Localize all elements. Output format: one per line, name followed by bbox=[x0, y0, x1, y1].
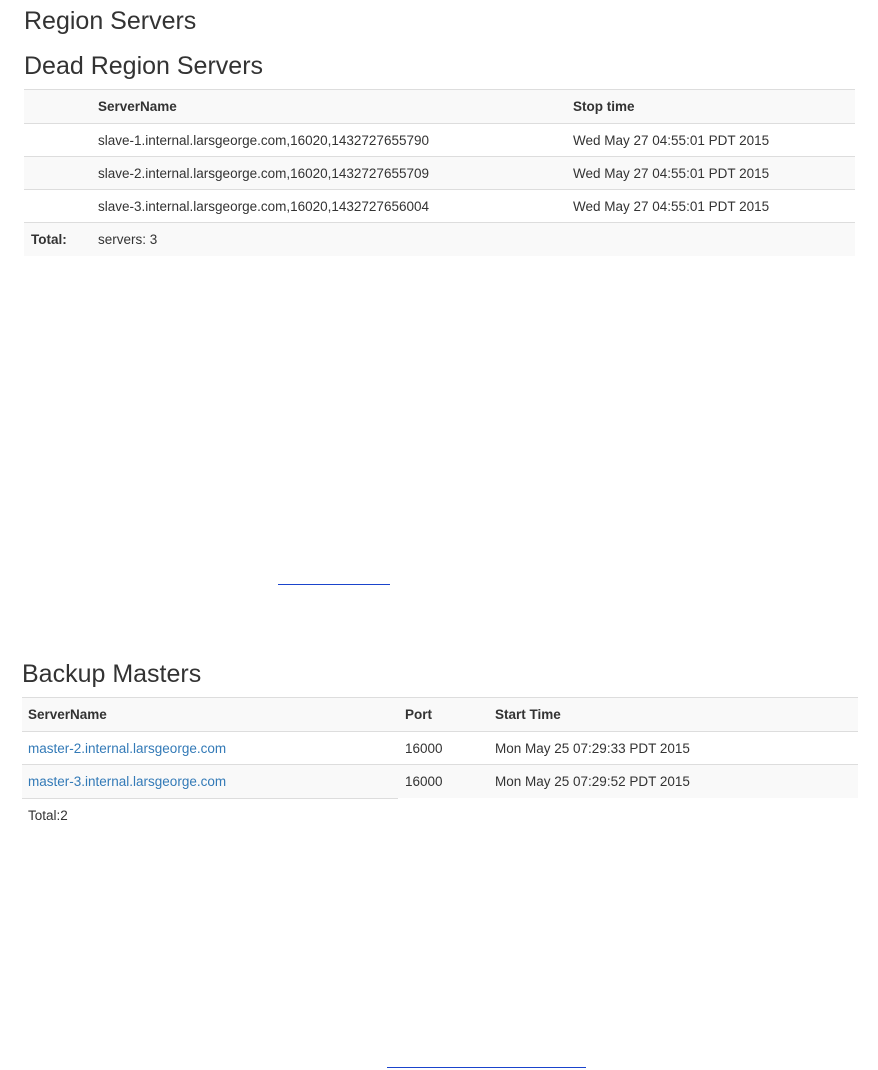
row-spacer bbox=[24, 190, 92, 223]
column-header-blank bbox=[24, 90, 92, 124]
total-value: servers: 3 bbox=[98, 231, 158, 247]
region-servers-heading: Region Servers bbox=[24, 7, 197, 35]
total-label: Total: bbox=[31, 231, 67, 247]
table-row: master-2.internal.larsgeorge.com 16000 M… bbox=[22, 731, 858, 765]
table-total-row: Total: servers: 3 bbox=[24, 222, 855, 256]
link-underline[interactable] bbox=[387, 1067, 586, 1068]
backup-master-cell: master-2.internal.larsgeorge.com bbox=[22, 732, 399, 765]
dead-server-name: slave-3.internal.larsgeorge.com,16020,14… bbox=[98, 198, 429, 214]
table-header-row: ServerName Stop time bbox=[24, 89, 855, 124]
table-row: slave-3.internal.larsgeorge.com,16020,14… bbox=[24, 189, 855, 223]
table-row: master-3.internal.larsgeorge.com 16000 M… bbox=[22, 764, 858, 798]
backup-master-cell: master-3.internal.larsgeorge.com bbox=[22, 765, 399, 798]
column-header-stop-time: Stop time bbox=[573, 99, 635, 114]
backup-master-port: 16000 bbox=[405, 740, 443, 756]
backup-masters-table: ServerName Port Start Time master-2.inte… bbox=[22, 697, 858, 798]
table-divider bbox=[22, 798, 398, 799]
column-header-start-time: Start Time bbox=[495, 707, 561, 722]
backup-masters-total: Total:2 bbox=[28, 808, 68, 823]
table-row: slave-1.internal.larsgeorge.com,16020,14… bbox=[24, 123, 855, 157]
dead-server-stop-time: Wed May 27 04:55:01 PDT 2015 bbox=[573, 165, 770, 181]
column-header-servername: ServerName bbox=[98, 99, 177, 114]
link-underline[interactable] bbox=[278, 584, 390, 585]
backup-master-link[interactable]: master-2.internal.larsgeorge.com bbox=[28, 741, 226, 756]
backup-master-link[interactable]: master-3.internal.larsgeorge.com bbox=[28, 774, 226, 789]
column-header-port: Port bbox=[405, 707, 432, 722]
backup-masters-heading: Backup Masters bbox=[22, 660, 202, 688]
backup-master-port: 16000 bbox=[405, 773, 443, 789]
table-row: slave-2.internal.larsgeorge.com,16020,14… bbox=[24, 156, 855, 190]
column-header-servername: ServerName bbox=[28, 707, 107, 722]
dead-server-stop-time: Wed May 27 04:55:01 PDT 2015 bbox=[573, 198, 770, 214]
backup-master-start-time: Mon May 25 07:29:52 PDT 2015 bbox=[495, 773, 690, 789]
row-spacer bbox=[24, 124, 92, 157]
dead-server-name: slave-1.internal.larsgeorge.com,16020,14… bbox=[98, 132, 429, 148]
row-spacer bbox=[24, 157, 92, 190]
total-empty-cell bbox=[567, 223, 855, 256]
dead-server-stop-time: Wed May 27 04:55:01 PDT 2015 bbox=[573, 132, 770, 148]
dead-server-name: slave-2.internal.larsgeorge.com,16020,14… bbox=[98, 165, 429, 181]
dead-region-servers-table: ServerName Stop time slave-1.internal.la… bbox=[24, 89, 855, 256]
dead-region-servers-heading: Dead Region Servers bbox=[24, 52, 264, 80]
table-header-row: ServerName Port Start Time bbox=[22, 697, 858, 732]
backup-master-start-time: Mon May 25 07:29:33 PDT 2015 bbox=[495, 740, 690, 756]
